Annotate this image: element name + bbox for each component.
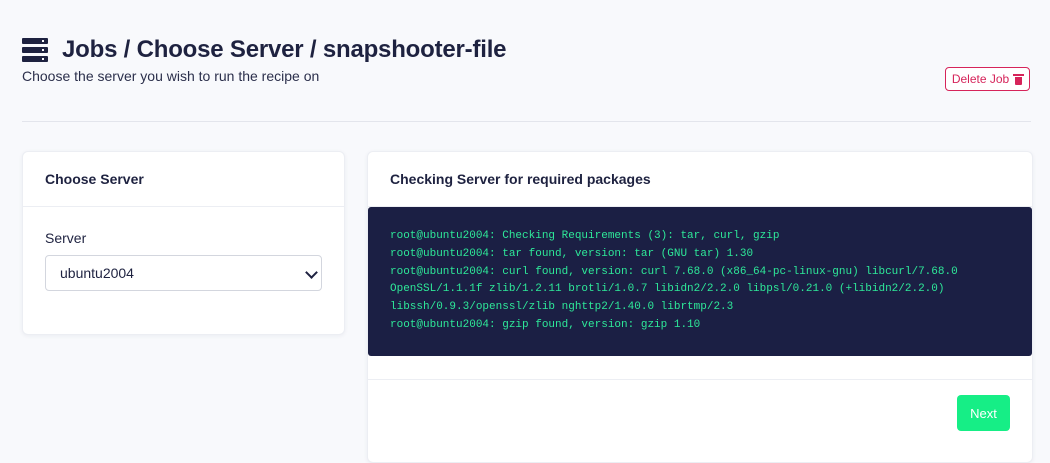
choose-server-heading: Choose Server	[23, 152, 344, 207]
terminal-line: root@ubuntu2004: curl found, version: cu…	[390, 265, 958, 278]
terminal-line: root@ubuntu2004: gzip found, version: gz…	[390, 318, 701, 331]
server-select-value: ubuntu2004	[60, 265, 134, 281]
server-icon	[22, 38, 48, 62]
server-field-label: Server	[45, 230, 87, 246]
server-select[interactable]: ubuntu2004	[45, 255, 322, 291]
header-divider	[22, 121, 1031, 122]
card-footer-divider	[368, 379, 1032, 380]
page-title: Jobs / Choose Server / snapshooter-file	[62, 36, 507, 63]
page-header: Jobs / Choose Server / snapshooter-file …	[22, 36, 1028, 84]
next-button[interactable]: Next	[957, 395, 1010, 431]
terminal-line: root@ubuntu2004: tar found, version: tar…	[390, 247, 754, 260]
terminal-output: root@ubuntu2004: Checking Requirements (…	[368, 207, 1032, 356]
terminal-line: OpenSSL/1.1.1f zlib/1.2.11 brotli/1.0.7 …	[390, 283, 945, 296]
title-row: Jobs / Choose Server / snapshooter-file	[22, 36, 1028, 64]
choose-server-card: Choose Server Server ubuntu2004	[22, 151, 345, 335]
requirements-heading: Checking Server for required packages	[368, 152, 1032, 207]
delete-job-button[interactable]: Delete Job	[945, 67, 1030, 91]
terminal-line: root@ubuntu2004: Checking Requirements (…	[390, 230, 780, 242]
terminal-line: libssh/0.9.3/openssl/zlib nghttp2/1.40.0…	[390, 301, 734, 314]
page-subtitle: Choose the server you wish to run the re…	[22, 68, 320, 84]
chevron-down-icon	[305, 266, 318, 279]
trash-icon	[1013, 73, 1025, 85]
requirements-card: Checking Server for required packages ro…	[367, 151, 1033, 463]
delete-job-label: Delete Job	[951, 72, 1010, 86]
